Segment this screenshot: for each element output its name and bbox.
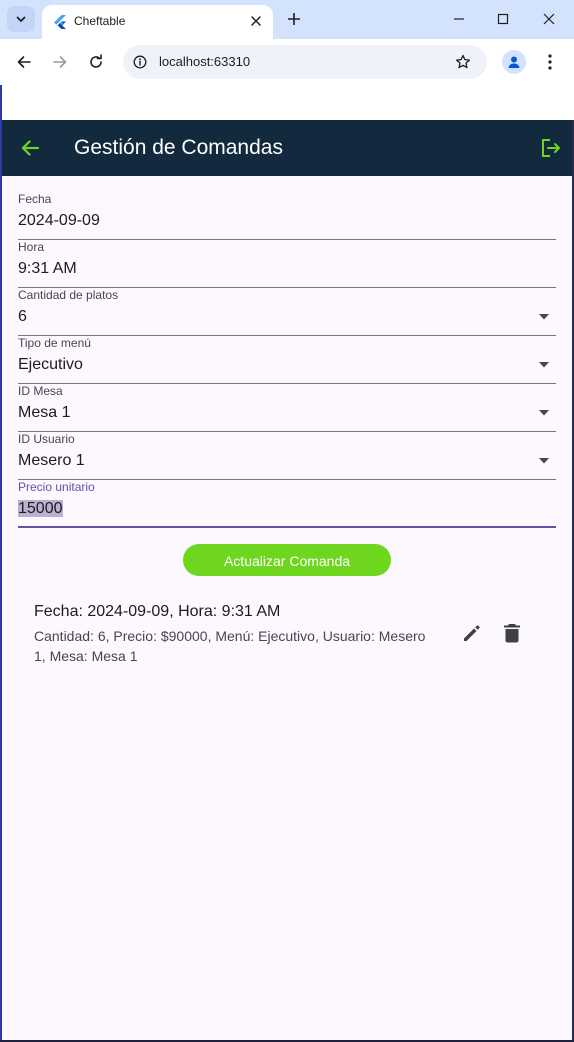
tipo-menu-value: Ejecutivo xyxy=(18,356,83,373)
logout-icon xyxy=(542,139,560,157)
close-icon xyxy=(543,13,555,25)
bookmark-button[interactable] xyxy=(453,52,473,72)
list-item[interactable]: Fecha: 2024-09-09, Hora: 9:31 AM Cantida… xyxy=(34,600,554,666)
plus-icon xyxy=(288,13,300,25)
star-icon xyxy=(455,54,471,69)
cantidad-label: Cantidad de platos xyxy=(18,288,119,302)
new-tab-button[interactable] xyxy=(284,9,304,29)
url-text: localhost:63310 xyxy=(159,54,251,69)
page-title: Gestión de Comandas xyxy=(74,136,283,159)
tab-search-button[interactable] xyxy=(7,6,35,32)
triangle-down-icon xyxy=(539,362,549,368)
id-mesa-label: ID Mesa xyxy=(18,384,63,398)
arrow-left-icon xyxy=(17,56,31,68)
arrow-left-icon xyxy=(21,140,40,156)
close-window-button[interactable] xyxy=(535,6,563,32)
actualizar-comanda-button[interactable]: Actualizar Comanda xyxy=(183,544,391,576)
browser-toolbar: localhost:63310 xyxy=(0,39,574,85)
pencil-icon xyxy=(464,625,480,641)
chevron-down-icon xyxy=(16,16,26,22)
tab-close-button[interactable] xyxy=(247,12,265,30)
browser-menu-button[interactable] xyxy=(538,50,562,74)
id-usuario-label: ID Usuario xyxy=(18,432,75,446)
fecha-value: 2024-09-09 xyxy=(18,212,100,229)
hora-label: Hora xyxy=(18,240,45,254)
cantidad-value: 6 xyxy=(18,308,27,325)
dropdown-arrow[interactable] xyxy=(538,359,550,371)
hora-value: 9:31 AM xyxy=(18,260,77,277)
address-bar[interactable]: localhost:63310 xyxy=(123,45,487,79)
triangle-down-icon xyxy=(539,458,549,464)
order-title: Fecha: 2024-09-09, Hora: 9:31 AM xyxy=(34,603,281,620)
hora-field[interactable]: Hora 9:31 AM xyxy=(18,240,556,288)
app-page: Gestión de Comandas Fecha 2024-09-09 Hor… xyxy=(2,120,572,1040)
tab-title: Cheftable xyxy=(74,14,126,28)
triangle-down-icon xyxy=(539,314,549,320)
tab-strip: Cheftable xyxy=(0,0,574,39)
tipo-menu-label: Tipo de menú xyxy=(18,336,91,350)
app-bar: Gestión de Comandas xyxy=(2,120,572,176)
id-mesa-value: Mesa 1 xyxy=(18,404,71,421)
precio-value-container: 15000 xyxy=(18,498,63,520)
dropdown-arrow[interactable] xyxy=(538,311,550,323)
reload-button[interactable] xyxy=(82,48,110,76)
minimize-button[interactable] xyxy=(445,6,473,32)
arrow-right-icon xyxy=(53,56,67,68)
person-icon xyxy=(508,56,520,68)
precio-unitario-field[interactable]: Precio unitario 15000 xyxy=(18,480,556,528)
trash-icon xyxy=(504,624,520,643)
cantidad-dropdown[interactable]: Cantidad de platos 6 xyxy=(18,288,556,336)
close-icon xyxy=(251,16,261,26)
flutter-icon xyxy=(54,15,66,29)
id-mesa-dropdown[interactable]: ID Mesa Mesa 1 xyxy=(18,384,556,432)
forward-button[interactable] xyxy=(46,48,74,76)
window-border-left xyxy=(0,85,2,1042)
profile-button[interactable] xyxy=(502,50,526,74)
dropdown-arrow[interactable] xyxy=(538,407,550,419)
precio-label: Precio unitario xyxy=(18,480,95,494)
logout-button[interactable] xyxy=(539,136,563,160)
info-icon xyxy=(133,55,147,69)
order-details: Cantidad: 6, Precio: $90000, Menú: Ejecu… xyxy=(34,628,426,664)
id-usuario-value: Mesero 1 xyxy=(18,452,85,469)
reload-icon xyxy=(90,54,102,68)
browser-window: Cheftable localhost:63310 Gestión de Com… xyxy=(0,0,574,1042)
back-button[interactable] xyxy=(10,48,38,76)
fecha-field[interactable]: Fecha 2024-09-09 xyxy=(18,192,556,240)
triangle-down-icon xyxy=(539,410,549,416)
minimize-icon xyxy=(454,18,464,20)
dropdown-arrow[interactable] xyxy=(538,455,550,467)
fecha-label: Fecha xyxy=(18,192,52,206)
precio-value: 15000 xyxy=(18,500,63,517)
page-top-blank xyxy=(0,85,574,120)
tipo-menu-dropdown[interactable]: Tipo de menú Ejecutivo xyxy=(18,336,556,384)
delete-button[interactable] xyxy=(500,621,524,645)
id-usuario-dropdown[interactable]: ID Usuario Mesero 1 xyxy=(18,432,556,480)
maximize-button[interactable] xyxy=(489,6,517,32)
maximize-icon xyxy=(497,13,509,25)
field-underline xyxy=(18,526,556,528)
edit-button[interactable] xyxy=(460,621,484,645)
site-info-button[interactable] xyxy=(131,53,149,71)
tab-cheftable[interactable]: Cheftable xyxy=(42,5,273,39)
app-back-button[interactable] xyxy=(18,136,42,160)
more-vertical-icon xyxy=(548,54,552,70)
